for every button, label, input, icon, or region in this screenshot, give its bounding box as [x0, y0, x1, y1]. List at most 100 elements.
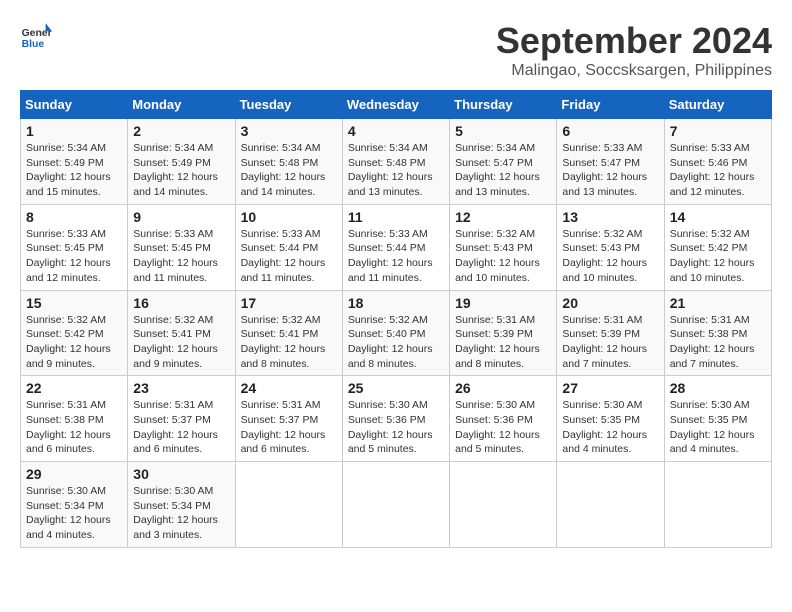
- day-number: 7: [670, 123, 766, 139]
- day-content: Sunrise: 5:32 AM Sunset: 5:41 PM Dayligh…: [241, 313, 337, 372]
- day-content: Sunrise: 5:32 AM Sunset: 5:41 PM Dayligh…: [133, 313, 229, 372]
- header-day-thursday: Thursday: [450, 91, 557, 119]
- calendar-cell: 19 Sunrise: 5:31 AM Sunset: 5:39 PM Dayli…: [450, 290, 557, 376]
- calendar-week-4: 22Sunrise: 5:31 AM Sunset: 5:38 PM Dayli…: [21, 376, 772, 462]
- calendar-cell: [557, 462, 664, 548]
- day-number: 1: [26, 123, 122, 139]
- calendar-cell: 21 Sunrise: 5:31 AM Sunset: 5:38 PM Dayli…: [664, 290, 771, 376]
- day-content: Sunrise: 5:32 AM Sunset: 5:42 PM Dayligh…: [26, 313, 122, 372]
- header-day-sunday: Sunday: [21, 91, 128, 119]
- day-number: 10: [241, 209, 337, 225]
- calendar-cell: 29 Sunrise: 5:30 AM Sunset: 5:34 PM Dayli…: [21, 462, 128, 548]
- day-content: Sunrise: 5:33 AM Sunset: 5:47 PM Dayligh…: [562, 141, 658, 200]
- calendar-cell: 6 Sunrise: 5:33 AM Sunset: 5:47 PM Daylig…: [557, 119, 664, 205]
- calendar-cell: 18Sunrise: 5:32 AM Sunset: 5:40 PM Dayli…: [342, 290, 449, 376]
- day-number: 5: [455, 123, 551, 139]
- day-number: 27: [562, 380, 658, 396]
- header-day-tuesday: Tuesday: [235, 91, 342, 119]
- calendar-cell: [450, 462, 557, 548]
- day-content: Sunrise: 5:31 AM Sunset: 5:39 PM Dayligh…: [455, 313, 551, 372]
- calendar-cell: 25Sunrise: 5:30 AM Sunset: 5:36 PM Dayli…: [342, 376, 449, 462]
- day-number: 15: [26, 295, 122, 311]
- day-number: 22: [26, 380, 122, 396]
- day-number: 19: [455, 295, 551, 311]
- calendar-table: SundayMondayTuesdayWednesdayThursdayFrid…: [20, 90, 772, 548]
- calendar-cell: 11 Sunrise: 5:33 AM Sunset: 5:44 PM Dayli…: [342, 204, 449, 290]
- day-content: Sunrise: 5:30 AM Sunset: 5:35 PM Dayligh…: [562, 398, 658, 457]
- calendar-cell: [235, 462, 342, 548]
- day-number: 17: [241, 295, 337, 311]
- header-day-wednesday: Wednesday: [342, 91, 449, 119]
- day-content: Sunrise: 5:30 AM Sunset: 5:35 PM Dayligh…: [670, 398, 766, 457]
- day-content: Sunrise: 5:34 AM Sunset: 5:49 PM Dayligh…: [26, 141, 122, 200]
- calendar-cell: 13 Sunrise: 5:32 AM Sunset: 5:43 PM Dayli…: [557, 204, 664, 290]
- day-number: 2: [133, 123, 229, 139]
- calendar-week-1: 1 Sunrise: 5:34 AM Sunset: 5:49 PM Daylig…: [21, 119, 772, 205]
- calendar-cell: 10 Sunrise: 5:33 AM Sunset: 5:44 PM Dayli…: [235, 204, 342, 290]
- calendar-cell: 12 Sunrise: 5:32 AM Sunset: 5:43 PM Dayli…: [450, 204, 557, 290]
- day-content: Sunrise: 5:34 AM Sunset: 5:48 PM Dayligh…: [348, 141, 444, 200]
- day-number: 13: [562, 209, 658, 225]
- calendar-cell: 9Sunrise: 5:33 AM Sunset: 5:45 PM Daylig…: [128, 204, 235, 290]
- day-number: 11: [348, 209, 444, 225]
- day-content: Sunrise: 5:34 AM Sunset: 5:47 PM Dayligh…: [455, 141, 551, 200]
- day-content: Sunrise: 5:33 AM Sunset: 5:46 PM Dayligh…: [670, 141, 766, 200]
- day-content: Sunrise: 5:30 AM Sunset: 5:34 PM Dayligh…: [26, 484, 122, 543]
- day-content: Sunrise: 5:33 AM Sunset: 5:44 PM Dayligh…: [241, 227, 337, 286]
- day-content: Sunrise: 5:33 AM Sunset: 5:45 PM Dayligh…: [133, 227, 229, 286]
- calendar-header-row: SundayMondayTuesdayWednesdayThursdayFrid…: [21, 91, 772, 119]
- calendar-cell: 30Sunrise: 5:30 AM Sunset: 5:34 PM Dayli…: [128, 462, 235, 548]
- calendar-cell: 28 Sunrise: 5:30 AM Sunset: 5:35 PM Dayli…: [664, 376, 771, 462]
- day-number: 8: [26, 209, 122, 225]
- day-content: Sunrise: 5:33 AM Sunset: 5:44 PM Dayligh…: [348, 227, 444, 286]
- day-number: 6: [562, 123, 658, 139]
- month-title: September 2024: [496, 20, 772, 62]
- day-content: Sunrise: 5:32 AM Sunset: 5:43 PM Dayligh…: [562, 227, 658, 286]
- calendar-week-3: 15 Sunrise: 5:32 AM Sunset: 5:42 PM Dayli…: [21, 290, 772, 376]
- day-content: Sunrise: 5:31 AM Sunset: 5:39 PM Dayligh…: [562, 313, 658, 372]
- day-number: 12: [455, 209, 551, 225]
- day-content: Sunrise: 5:32 AM Sunset: 5:43 PM Dayligh…: [455, 227, 551, 286]
- day-content: Sunrise: 5:34 AM Sunset: 5:49 PM Dayligh…: [133, 141, 229, 200]
- calendar-cell: 4 Sunrise: 5:34 AM Sunset: 5:48 PM Daylig…: [342, 119, 449, 205]
- calendar-cell: [664, 462, 771, 548]
- calendar-cell: 16 Sunrise: 5:32 AM Sunset: 5:41 PM Dayli…: [128, 290, 235, 376]
- calendar-cell: 14Sunrise: 5:32 AM Sunset: 5:42 PM Dayli…: [664, 204, 771, 290]
- calendar-cell: 24 Sunrise: 5:31 AM Sunset: 5:37 PM Dayli…: [235, 376, 342, 462]
- calendar-week-2: 8 Sunrise: 5:33 AM Sunset: 5:45 PM Daylig…: [21, 204, 772, 290]
- day-number: 26: [455, 380, 551, 396]
- header-day-friday: Friday: [557, 91, 664, 119]
- calendar-cell: 1 Sunrise: 5:34 AM Sunset: 5:49 PM Daylig…: [21, 119, 128, 205]
- day-content: Sunrise: 5:31 AM Sunset: 5:38 PM Dayligh…: [670, 313, 766, 372]
- calendar-cell: 26 Sunrise: 5:30 AM Sunset: 5:36 PM Dayli…: [450, 376, 557, 462]
- day-number: 20: [562, 295, 658, 311]
- day-content: Sunrise: 5:31 AM Sunset: 5:37 PM Dayligh…: [133, 398, 229, 457]
- day-number: 18: [348, 295, 444, 311]
- day-number: 21: [670, 295, 766, 311]
- day-number: 30: [133, 466, 229, 482]
- day-number: 14: [670, 209, 766, 225]
- day-number: 24: [241, 380, 337, 396]
- day-number: 23: [133, 380, 229, 396]
- calendar-cell: 3 Sunrise: 5:34 AM Sunset: 5:48 PM Daylig…: [235, 119, 342, 205]
- calendar-cell: 17 Sunrise: 5:32 AM Sunset: 5:41 PM Dayli…: [235, 290, 342, 376]
- day-content: Sunrise: 5:34 AM Sunset: 5:48 PM Dayligh…: [241, 141, 337, 200]
- calendar-cell: 22Sunrise: 5:31 AM Sunset: 5:38 PM Dayli…: [21, 376, 128, 462]
- day-number: 3: [241, 123, 337, 139]
- day-number: 16: [133, 295, 229, 311]
- calendar-cell: 20 Sunrise: 5:31 AM Sunset: 5:39 PM Dayli…: [557, 290, 664, 376]
- day-number: 4: [348, 123, 444, 139]
- calendar-cell: 8 Sunrise: 5:33 AM Sunset: 5:45 PM Daylig…: [21, 204, 128, 290]
- location-title: Malingao, Soccsksargen, Philippines: [496, 62, 772, 80]
- day-content: Sunrise: 5:30 AM Sunset: 5:36 PM Dayligh…: [455, 398, 551, 457]
- header-day-monday: Monday: [128, 91, 235, 119]
- day-content: Sunrise: 5:33 AM Sunset: 5:45 PM Dayligh…: [26, 227, 122, 286]
- calendar-cell: 5 Sunrise: 5:34 AM Sunset: 5:47 PM Daylig…: [450, 119, 557, 205]
- day-number: 28: [670, 380, 766, 396]
- calendar-week-5: 29 Sunrise: 5:30 AM Sunset: 5:34 PM Dayli…: [21, 462, 772, 548]
- day-content: Sunrise: 5:31 AM Sunset: 5:37 PM Dayligh…: [241, 398, 337, 457]
- calendar-cell: 2 Sunrise: 5:34 AM Sunset: 5:49 PM Daylig…: [128, 119, 235, 205]
- svg-text:Blue: Blue: [22, 39, 45, 50]
- day-number: 29: [26, 466, 122, 482]
- calendar-cell: 27 Sunrise: 5:30 AM Sunset: 5:35 PM Dayli…: [557, 376, 664, 462]
